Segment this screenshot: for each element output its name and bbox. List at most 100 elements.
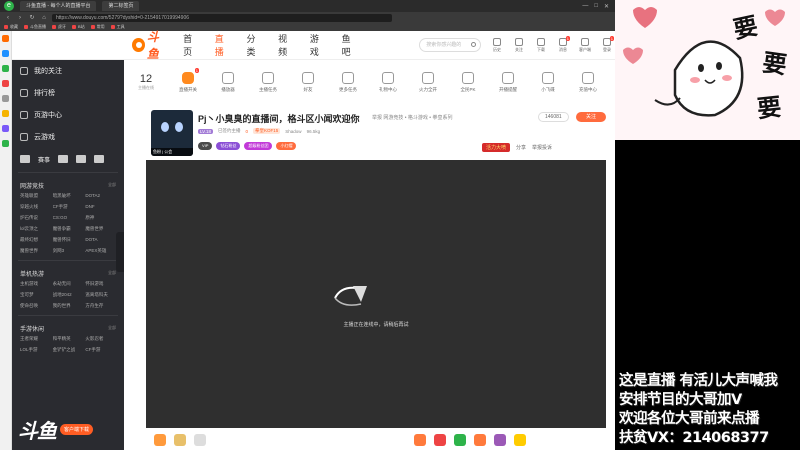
- game-logo-icon[interactable]: [58, 155, 69, 163]
- gift-icon[interactable]: [474, 434, 486, 446]
- game-link[interactable]: LOL手游: [20, 347, 51, 353]
- bookmark-item[interactable]: 工具: [110, 24, 125, 30]
- gift-icon[interactable]: [194, 434, 206, 446]
- sidebar-item-cloudgame[interactable]: 云游戏: [12, 126, 124, 148]
- badge-pill[interactable]: 超级粉丝团: [244, 142, 273, 150]
- game-link[interactable]: DNF: [85, 204, 116, 210]
- toolbar-item[interactable]: 更多任务: [328, 71, 368, 93]
- sidebar-item-esports[interactable]: 赛事: [38, 155, 50, 164]
- streamer-avatar[interactable]: 鱼粉 | 公会: [151, 110, 193, 156]
- search-input[interactable]: 搜索你感兴趣的: [419, 38, 481, 52]
- toolbar-item[interactable]: 1 直播开关: [168, 67, 208, 93]
- game-link[interactable]: 穿越火线: [20, 204, 51, 210]
- toolbar-item[interactable]: 主播任务: [248, 71, 288, 93]
- share-button[interactable]: 分享: [516, 144, 526, 151]
- game-link[interactable]: 王者荣耀: [20, 336, 51, 342]
- game-link[interactable]: 原神: [85, 215, 116, 221]
- history-button[interactable]: 历史: [489, 37, 505, 53]
- minimize-icon[interactable]: —: [582, 3, 588, 10]
- url-input[interactable]: https://www.douyu.com/5279?dyshid=0-2154…: [52, 13, 392, 22]
- gift-icon[interactable]: [494, 434, 506, 446]
- maximize-icon[interactable]: □: [594, 3, 598, 10]
- sidebar-item-webgame[interactable]: 页游中心: [12, 104, 124, 126]
- section-all-link[interactable]: 全部: [108, 270, 116, 276]
- toolbar-item[interactable]: 开播提醒: [488, 71, 528, 93]
- forward-icon[interactable]: ›: [16, 15, 24, 21]
- room-tag[interactable]: 拳皇KOF15: [253, 128, 281, 134]
- trophy-icon[interactable]: [20, 155, 30, 163]
- follow-count[interactable]: 12 主播在线: [124, 73, 168, 91]
- toolbar-item[interactable]: 礼物中心: [368, 71, 408, 93]
- douyu-logo[interactable]: 斗鱼: [132, 28, 169, 62]
- follow-button[interactable]: 关注: [576, 112, 606, 122]
- game-link[interactable]: 使命召唤: [20, 303, 51, 309]
- video-player[interactable]: 主播正在连线中，请稍后再试: [146, 160, 606, 428]
- game-link[interactable]: 魔兽世界: [20, 248, 51, 254]
- game-link[interactable]: lol云顶之: [20, 226, 51, 232]
- toolbar-item[interactable]: 充值中心: [568, 71, 608, 93]
- game-link[interactable]: 最终幻想: [20, 237, 51, 243]
- app-icon[interactable]: [2, 95, 9, 102]
- back-icon[interactable]: ‹: [4, 15, 12, 21]
- toolbar-item[interactable]: 全民PK: [448, 71, 488, 93]
- game-link[interactable]: 永劫无间: [53, 281, 84, 287]
- game-link[interactable]: 战地2042: [53, 292, 84, 298]
- game-link[interactable]: 宝可梦: [20, 292, 51, 298]
- browser-logo-icon[interactable]: e: [4, 1, 14, 11]
- download-button[interactable]: 下载: [533, 37, 549, 53]
- report-button[interactable]: 举报投诉: [532, 144, 552, 151]
- app-icon[interactable]: [2, 50, 9, 57]
- game-link[interactable]: 魔兽怀旧: [53, 237, 84, 243]
- game-link[interactable]: CS:GO: [53, 215, 84, 221]
- game-link[interactable]: 剑网3: [53, 248, 84, 254]
- toolbar-item[interactable]: 火力全开: [408, 71, 448, 93]
- bookmark-item[interactable]: 收藏: [4, 24, 18, 30]
- app-icon[interactable]: [2, 125, 9, 132]
- sidebar-item-ranking[interactable]: 排行榜: [12, 82, 124, 104]
- app-icon[interactable]: [2, 110, 9, 117]
- gift-icon[interactable]: [454, 434, 466, 446]
- game-link[interactable]: CF手游: [53, 204, 84, 210]
- game-link[interactable]: 魔兽争霸: [53, 226, 84, 232]
- close-icon[interactable]: ✕: [604, 3, 609, 10]
- game-link[interactable]: 炉石传说: [20, 215, 51, 221]
- search-icon[interactable]: [471, 42, 476, 47]
- app-icon[interactable]: [2, 80, 9, 87]
- game-link[interactable]: 火影忍者: [85, 336, 116, 342]
- sidebar-collapse-handle[interactable]: [116, 232, 124, 272]
- game-link[interactable]: 主机游戏: [20, 281, 51, 287]
- nav-category[interactable]: 分类: [246, 32, 262, 58]
- nav-yuba[interactable]: 鱼吧: [342, 32, 358, 58]
- nav-live[interactable]: 直播: [215, 32, 231, 58]
- gift-icon[interactable]: [174, 434, 186, 446]
- game-link[interactable]: DOTA2: [85, 193, 116, 199]
- sidebar-item-follow[interactable]: 我的关注: [12, 60, 124, 82]
- section-all-link[interactable]: 全部: [108, 325, 116, 331]
- game-logo-icon[interactable]: [94, 155, 105, 163]
- app-icon[interactable]: [2, 35, 9, 42]
- bookmark-item[interactable]: 虎牙: [52, 24, 66, 30]
- home-icon[interactable]: ⌂: [40, 15, 48, 21]
- badge-pill[interactable]: 钻石粉丝: [216, 142, 241, 150]
- bookmark-item[interactable]: 常用: [90, 24, 105, 30]
- bookmark-item[interactable]: B站: [72, 24, 85, 30]
- game-link[interactable]: CF手游: [85, 347, 116, 353]
- badge-pill[interactable]: VIP: [198, 142, 213, 150]
- refresh-icon[interactable]: ↻: [28, 14, 36, 21]
- toolbar-item[interactable]: 播放器: [208, 71, 248, 93]
- gift-icon[interactable]: [514, 434, 526, 446]
- nav-game[interactable]: 游戏: [310, 32, 326, 58]
- toolbar-item[interactable]: 好友: [288, 71, 328, 93]
- badge-pill[interactable]: 小红帽: [276, 142, 297, 150]
- login-button[interactable]: 1 登录: [599, 35, 615, 53]
- event-banner[interactable]: 活力大喷: [482, 143, 511, 152]
- client-download-button[interactable]: 客户端下载: [60, 424, 94, 435]
- client-button[interactable]: 客户端: [577, 37, 593, 53]
- app-icon[interactable]: [2, 140, 9, 147]
- app-icon[interactable]: [2, 65, 9, 72]
- game-link[interactable]: 我的世界: [53, 303, 84, 309]
- room-category[interactable]: 举报 网游竞技 • 格斗游戏 • 拳皇系列: [372, 114, 452, 121]
- game-link[interactable]: 和平精英: [53, 336, 84, 342]
- game-link[interactable]: 英雄联盟: [20, 193, 51, 199]
- section-all-link[interactable]: 全部: [108, 182, 116, 188]
